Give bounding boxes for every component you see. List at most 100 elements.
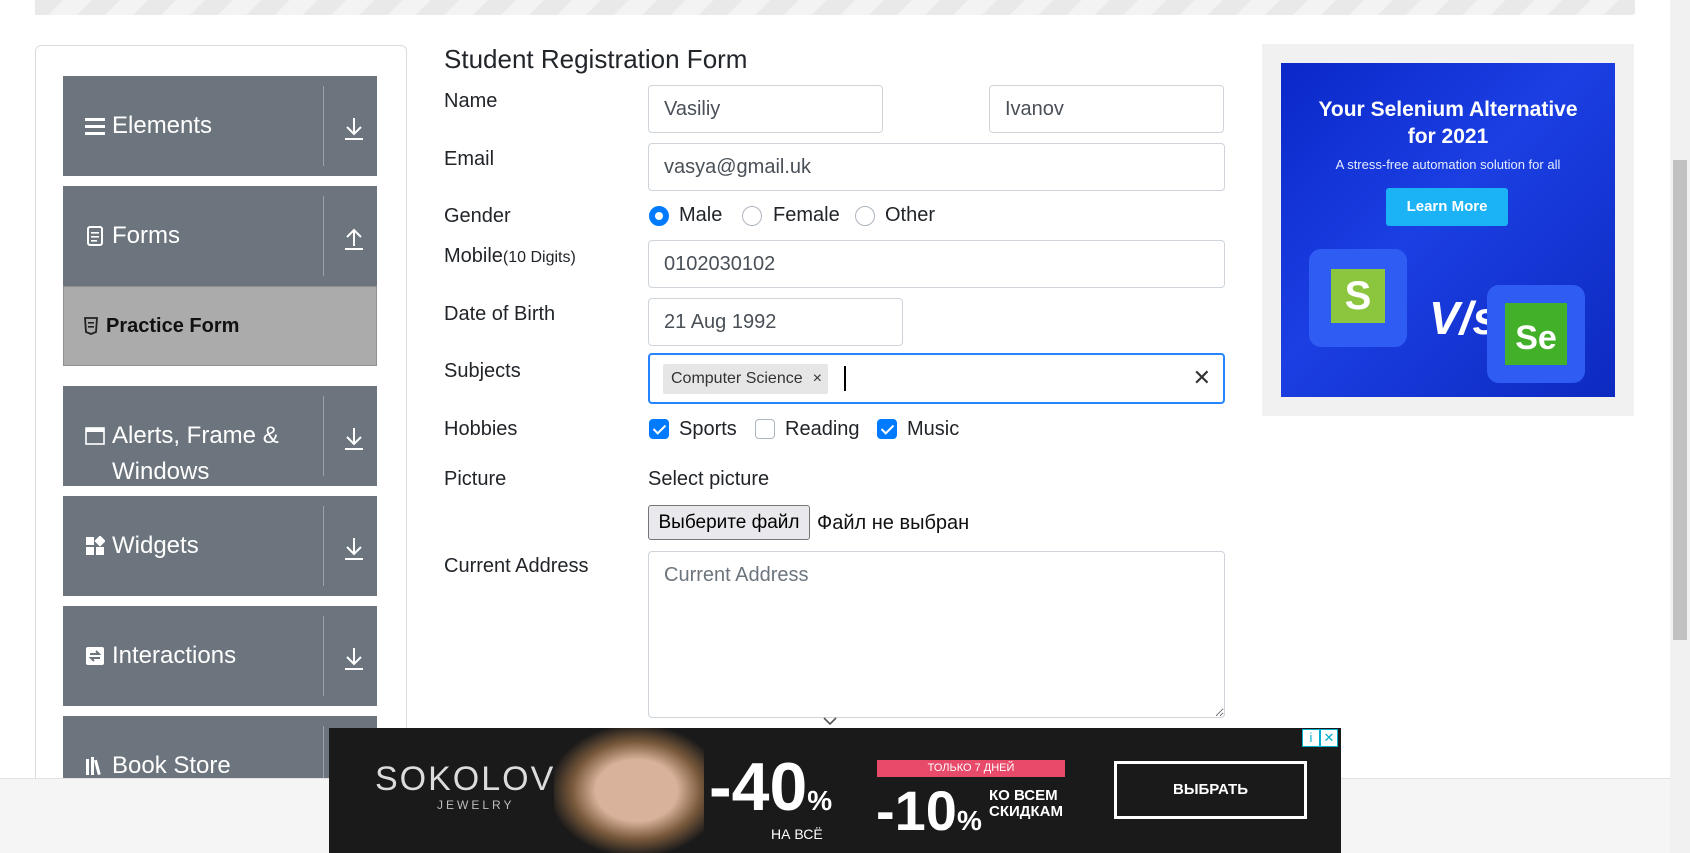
banner-discount-10: -10% — [876, 778, 982, 843]
divider — [323, 196, 324, 276]
mobile-input[interactable]: 0102030102 — [648, 240, 1225, 288]
gender-female-label[interactable]: Female — [773, 204, 840, 227]
banner-discount-40: -40% — [709, 748, 832, 826]
mobile-hint: (10 Digits) — [502, 249, 576, 266]
window-icon — [85, 427, 105, 445]
sidebar-group-elements[interactable]: Elements — [63, 76, 377, 176]
banner-sub-line-2: СКИДКАМ — [989, 803, 1063, 820]
gender-other-label[interactable]: Other — [885, 204, 935, 227]
selenium-logo: Se — [1487, 285, 1585, 383]
mobile-label-text: Mobile — [444, 245, 503, 267]
banner-percent-1: % — [807, 785, 833, 816]
ad-headline-2: for 2021 — [1407, 125, 1489, 148]
hobby-sports-checkbox[interactable] — [649, 419, 669, 439]
sidebar-group-interactions[interactable]: Interactions — [63, 606, 377, 706]
selenium-logo-mark: Se — [1505, 303, 1567, 365]
current-address-label: Current Address — [444, 555, 589, 577]
sidebar-group-label-line2: Windows — [112, 458, 210, 485]
sidebar-group-widgets[interactable]: Widgets — [63, 496, 377, 596]
email-input[interactable]: vasya@gmail.uk — [648, 143, 1225, 191]
file-status-text: Файл не выбран — [817, 512, 970, 534]
last-name-input[interactable]: Ivanov — [989, 85, 1224, 133]
hobby-reading-label[interactable]: Reading — [785, 418, 860, 441]
banner-sub-line-1: КО ВСЕМ — [989, 787, 1058, 804]
hobbies-label: Hobbies — [444, 418, 518, 440]
name-label: Name — [444, 90, 498, 112]
ad-controls: i ✕ — [1302, 729, 1342, 748]
scrollbar-thumb[interactable] — [1673, 160, 1687, 640]
ad-headline: Your Selenium Alternative — [1318, 98, 1578, 121]
gender-label: Gender — [444, 205, 511, 227]
download-arrow-icon[interactable] — [343, 646, 365, 672]
divider — [323, 86, 324, 166]
choose-file-button[interactable]: Выберите файл — [648, 505, 810, 540]
divider — [323, 616, 324, 696]
divider — [323, 396, 324, 476]
top-decorative-band — [35, 0, 1635, 15]
hobby-music-checkbox[interactable] — [877, 419, 897, 439]
sidebar-group-label: Elements — [112, 112, 213, 139]
gender-male-radio[interactable] — [649, 206, 669, 226]
banner-discount-10-sub: КО ВСЕМ СКИДКАМ — [989, 788, 1063, 820]
learn-more-button[interactable]: Learn More — [1386, 188, 1508, 226]
html5-icon — [84, 317, 98, 335]
katalon-logo: S — [1309, 249, 1407, 347]
hobby-music-label[interactable]: Music — [907, 418, 959, 441]
text-caret — [844, 366, 846, 391]
ad-subline: A stress-free automation solution for al… — [1335, 157, 1561, 172]
hobby-sports-label[interactable]: Sports — [679, 418, 737, 441]
gender-other-radio[interactable] — [855, 206, 875, 226]
sidebar-group-label: Alerts, Frame & — [112, 422, 279, 449]
banner-brand-sub: JEWELRY — [437, 798, 515, 812]
hobby-reading-checkbox[interactable] — [755, 419, 775, 439]
banner-discount-40-sub: НА ВСЁ — [771, 826, 823, 842]
subjects-label: Subjects — [444, 360, 521, 382]
divider — [323, 506, 324, 586]
katalon-logo-mark: S — [1331, 269, 1385, 323]
tag-remove-icon[interactable]: × — [813, 364, 822, 394]
page-title: Student Registration Form — [444, 44, 748, 74]
sidebar-group-label: Widgets — [112, 532, 199, 559]
sidebar-item-label: Practice Form — [106, 315, 240, 337]
books-icon — [86, 757, 101, 776]
upload-arrow-icon[interactable] — [343, 226, 365, 252]
hamburger-icon — [85, 118, 105, 135]
first-name-input[interactable]: Vasiliy — [648, 85, 883, 133]
sidebar-group-label: Forms — [112, 222, 180, 249]
banner-brand: SOKOLOV — [375, 760, 556, 798]
subjects-input[interactable]: Computer Science × ✕ — [648, 353, 1225, 404]
mobile-label: Mobile(10 Digits) — [444, 245, 576, 268]
ad-info-icon[interactable]: i — [1302, 729, 1320, 747]
sidebar-group-label: Interactions — [112, 642, 237, 669]
interactions-icon — [86, 647, 104, 665]
clear-icon[interactable]: ✕ — [1193, 365, 1211, 391]
dob-label: Date of Birth — [444, 303, 556, 325]
banner-ribbon: ТОЛЬКО 7 ДНЕЙ — [877, 760, 1065, 777]
download-arrow-icon[interactable] — [343, 426, 365, 452]
banner-discount-40-value: -40 — [709, 749, 808, 825]
form-doc-icon — [87, 226, 103, 246]
picture-label: Picture — [444, 468, 507, 490]
sidebar-item-practice-form[interactable]: Practice Form — [63, 286, 377, 366]
banner-cta-button[interactable]: ВЫБРАТЬ — [1114, 761, 1307, 819]
chevron-down-icon[interactable] — [822, 713, 838, 729]
date-of-birth-input[interactable]: 21 Aug 1992 — [648, 298, 903, 346]
current-address-textarea[interactable] — [648, 551, 1225, 718]
download-arrow-icon[interactable] — [343, 116, 365, 142]
banner-model-image — [554, 728, 704, 853]
download-arrow-icon[interactable] — [343, 536, 365, 562]
subject-tag: Computer Science × — [663, 364, 828, 394]
ad-close-icon[interactable]: ✕ — [1320, 729, 1338, 747]
side-ad[interactable]: Your Selenium Alternative for 2021 A str… — [1281, 63, 1615, 397]
subject-tag-label: Computer Science — [671, 370, 803, 387]
gender-male-label[interactable]: Male — [679, 204, 722, 227]
select-picture-label: Select picture — [648, 468, 770, 490]
gender-female-radio[interactable] — [742, 206, 762, 226]
bottom-banner-ad[interactable]: SOKOLOV JEWELRY -40% НА ВСЁ ТОЛЬКО 7 ДНЕ… — [329, 728, 1341, 853]
sidebar-group-forms[interactable]: Forms — [63, 186, 377, 286]
banner-percent-2: % — [956, 805, 982, 836]
vertical-scrollbar[interactable] — [1670, 0, 1690, 853]
email-label: Email — [444, 148, 495, 170]
banner-discount-10-value: -10 — [876, 779, 957, 842]
sidebar-group-alerts[interactable]: Alerts, Frame & Windows — [63, 386, 377, 486]
